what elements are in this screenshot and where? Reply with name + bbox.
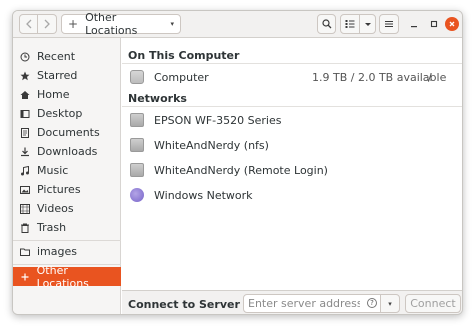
sidebar-item-starred[interactable]: Starred	[13, 66, 121, 85]
sidebar-item-label: Starred	[37, 69, 78, 82]
chevron-down-icon: ▾	[388, 299, 392, 308]
sidebar-item-trash[interactable]: Trash	[13, 218, 121, 237]
sidebar-item-images[interactable]: images	[13, 242, 121, 261]
connect-button[interactable]: Connect	[405, 294, 461, 313]
clock-icon	[19, 51, 31, 63]
location-row-network[interactable]: WhiteAndNerdy (nfs)	[122, 133, 462, 158]
locations-list: On This Computer Computer 1.9 TB / 2.0 T…	[122, 38, 462, 290]
chevron-right-icon	[44, 19, 50, 29]
plus-icon: +	[68, 17, 79, 31]
connect-to-server-label: Connect to Server	[128, 298, 240, 311]
sidebar-item-recent[interactable]: Recent	[13, 47, 121, 66]
location-label: Windows Network	[154, 189, 253, 202]
help-icon[interactable]: ?	[367, 298, 377, 308]
sidebar-item-label: Videos	[37, 202, 74, 215]
location-label: Other Locations	[85, 11, 138, 37]
sidebar-item-videos[interactable]: Videos	[13, 199, 121, 218]
list-view-icon	[345, 20, 355, 28]
sidebar-item-label: Downloads	[37, 145, 98, 158]
recent-servers-dropdown[interactable]: ▾	[380, 294, 400, 313]
location-row-network[interactable]: WhiteAndNerdy (Remote Login)	[122, 158, 462, 183]
mount-path: /	[428, 71, 432, 84]
sidebar-item-label: Music	[37, 164, 69, 177]
navigation-buttons	[19, 14, 57, 34]
desktop-icon	[19, 108, 31, 120]
location-label: WhiteAndNerdy (nfs)	[154, 139, 269, 152]
drive-icon	[130, 70, 144, 84]
plus-icon	[19, 271, 31, 283]
main-menu-button[interactable]	[379, 14, 399, 34]
sidebar-item-label: Trash	[37, 221, 67, 234]
networks-heading: Networks	[128, 92, 187, 105]
sidebar-item-label: Desktop	[37, 107, 83, 120]
location-row-network[interactable]: EPSON WF-3520 Series	[122, 108, 462, 133]
windows-network-icon	[130, 188, 144, 202]
sidebar-item-desktop[interactable]: Desktop	[13, 104, 121, 123]
forward-button[interactable]	[38, 14, 57, 34]
sidebar-item-label: Pictures	[37, 183, 81, 196]
location-label: EPSON WF-3520 Series	[154, 114, 282, 127]
chevron-left-icon	[25, 19, 31, 29]
sidebar-item-label: Other Locations	[36, 263, 89, 290]
chevron-down-icon	[364, 23, 371, 26]
close-icon	[449, 21, 455, 27]
sidebar-item-label: images	[37, 245, 77, 258]
sidebar-item-downloads[interactable]: Downloads	[13, 142, 121, 161]
network-drive-icon	[130, 163, 144, 177]
header-bar: + Other Locations ▾	[13, 11, 462, 38]
location-label: WhiteAndNerdy (Remote Login)	[154, 164, 328, 177]
sidebar: Recent Starred Home Desktop Documents Do…	[13, 38, 121, 314]
home-icon	[19, 89, 31, 101]
chevron-down-icon: ▾	[170, 20, 174, 28]
maximize-icon	[430, 20, 438, 28]
hamburger-menu-icon	[385, 21, 393, 27]
view-options-button[interactable]	[359, 14, 376, 34]
sidebar-item-pictures[interactable]: Pictures	[13, 180, 121, 199]
trash-icon	[19, 222, 31, 234]
download-icon	[19, 146, 31, 158]
sidebar-item-music[interactable]: Music	[13, 161, 121, 180]
close-button[interactable]	[445, 17, 459, 31]
minimize-icon	[411, 26, 417, 28]
server-address-input[interactable]	[243, 294, 381, 313]
picture-icon	[19, 184, 31, 196]
connect-to-server-bar: Connect to Server ? ▾ Connect	[122, 290, 462, 314]
sidebar-item-documents[interactable]: Documents	[13, 123, 121, 142]
music-icon	[19, 165, 31, 177]
search-button[interactable]	[317, 14, 336, 34]
document-icon	[19, 127, 31, 139]
back-button[interactable]	[19, 14, 38, 34]
location-row-network[interactable]: Windows Network	[122, 183, 462, 208]
network-drive-icon	[130, 113, 144, 127]
section-divider	[122, 106, 462, 107]
sidebar-item-label: Home	[37, 88, 70, 101]
sidebar-item-label: Documents	[37, 126, 100, 139]
search-icon	[321, 19, 331, 29]
sidebar-item-other-locations[interactable]: Other Locations	[13, 264, 121, 290]
sidebar-item-label: Recent	[37, 50, 76, 63]
minimize-button[interactable]	[407, 17, 421, 31]
storage-available: 1.9 TB / 2.0 TB available	[312, 71, 447, 84]
section-divider	[122, 63, 462, 64]
star-icon	[19, 70, 31, 82]
on-this-computer-heading: On This Computer	[128, 49, 240, 62]
location-label: Computer	[154, 71, 209, 84]
location-button[interactable]: + Other Locations ▾	[61, 11, 181, 37]
folder-icon	[19, 246, 31, 258]
location-row-computer[interactable]: Computer 1.9 TB / 2.0 TB available /	[122, 65, 462, 90]
view-toggle-button[interactable]	[340, 14, 360, 34]
maximize-button[interactable]	[427, 17, 441, 31]
video-icon	[19, 203, 31, 215]
file-manager-window: + Other Locations ▾ Recent Starred Home …	[12, 10, 463, 315]
network-drive-icon	[130, 138, 144, 152]
sidebar-divider	[13, 240, 121, 241]
sidebar-item-home[interactable]: Home	[13, 85, 121, 104]
